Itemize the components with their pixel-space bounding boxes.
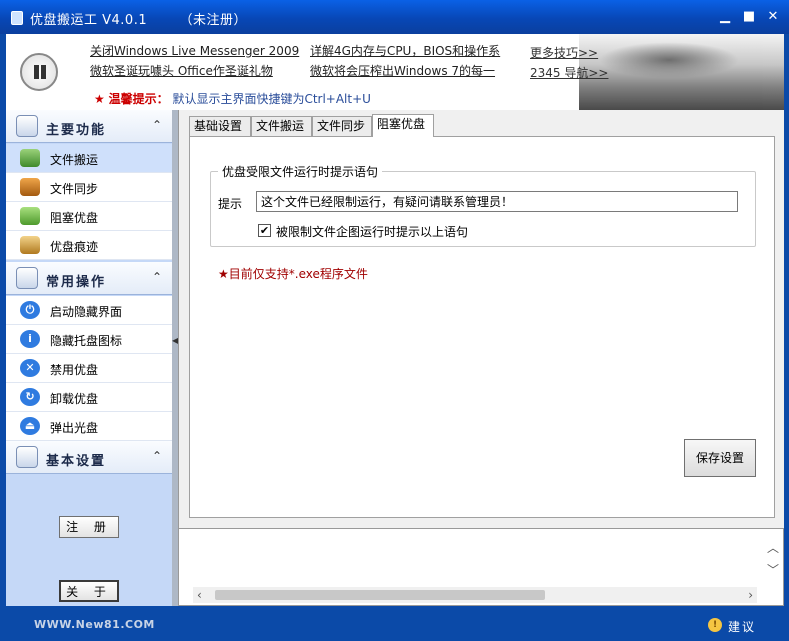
landscape-painting	[579, 34, 784, 110]
website-label[interactable]: WWW.New81.COM	[34, 618, 155, 631]
sidebar-item-eject-disc[interactable]: ⏏ 弹出光盘	[6, 412, 172, 441]
redo-icon: ↻	[20, 388, 40, 406]
show-prompt-checkbox[interactable]: ✔	[258, 224, 271, 237]
tab-file-sync[interactable]: 文件同步	[312, 116, 372, 136]
scroll-right-icon[interactable]: ›	[748, 588, 753, 602]
lock-icon	[20, 207, 40, 225]
sidebar-item-block-usb[interactable]: 阻塞优盘	[6, 202, 172, 231]
star-icon: ★	[94, 92, 105, 106]
eject-icon: ⏏	[20, 417, 40, 435]
news-link-4[interactable]: 微软将会压榨出Windows 7的每一	[310, 62, 510, 79]
broom-icon	[20, 236, 40, 254]
suggest-button[interactable]: 建议	[728, 618, 756, 635]
cancel-icon: ✕	[20, 359, 40, 377]
app-title: 优盘搬运工 V4.0.1	[30, 13, 148, 28]
news-link-3[interactable]: 详解4G内存与CPU，BIOS和操作系	[310, 42, 510, 59]
show-prompt-checkbox-label[interactable]: 被限制文件企图运行时提示以上语句	[276, 223, 468, 240]
horizontal-scrollbar[interactable]: ‹ ›	[193, 587, 757, 603]
sidebar-item-usb-traces[interactable]: 优盘痕迹	[6, 231, 172, 260]
scrollbar-thumb[interactable]	[215, 590, 545, 600]
sidebar-item-label: 文件搬运	[50, 153, 99, 167]
tools-icon	[16, 446, 38, 468]
register-button[interactable]: 注 册	[59, 516, 119, 538]
section-label: 主要功能	[46, 123, 107, 138]
section-label: 基本设置	[46, 454, 107, 469]
pause-button[interactable]	[20, 53, 58, 91]
banner: 关闭Windows Live Messenger 2009 微软圣诞玩噱头 Of…	[6, 34, 784, 110]
save-settings-button[interactable]: 保存设置	[684, 439, 756, 477]
collapse-chevron-icon[interactable]: ⌃	[152, 118, 162, 132]
scroll-left-icon[interactable]: ‹	[197, 588, 202, 602]
sidebar: 主要功能 ⌃ 文件搬运 文件同步 阻塞优盘 优盘痕迹 常用操作 ⌃ ⏻ 启动隐藏…	[6, 110, 172, 606]
section-common-operations[interactable]: 常用操作 ⌃	[6, 262, 172, 295]
tab-panel-block-usb: 优盘受限文件运行时提示语句 提示 ✔ 被限制文件企图运行时提示以上语句 ★目前仅…	[189, 136, 775, 518]
title-bar: 优盘搬运工 V4.0.1 （未注册） ▁ ■ ✕	[0, 0, 789, 34]
sidebar-item-disable-usb[interactable]: ✕ 禁用优盘	[6, 354, 172, 383]
sidebar-item-file-move[interactable]: 文件搬运	[6, 144, 172, 173]
sidebar-item-label: 启动隐藏界面	[50, 305, 123, 319]
app-icon	[11, 11, 23, 25]
power-icon: ⏻	[20, 301, 40, 319]
more-tips-link[interactable]: 更多技巧>>	[530, 44, 598, 61]
scroll-up-icon[interactable]: ︿	[767, 539, 779, 556]
news-link-2[interactable]: 微软圣诞玩噱头 Office作圣诞礼物	[90, 62, 273, 79]
sidebar-item-label: 弹出光盘	[50, 421, 99, 435]
cart-icon	[20, 149, 40, 167]
news-link-1[interactable]: 关闭Windows Live Messenger 2009	[90, 42, 299, 59]
info-icon: i	[20, 330, 40, 348]
maximize-button[interactable]: ■	[740, 8, 758, 26]
prompt-input[interactable]	[256, 191, 738, 212]
section-main-functions[interactable]: 主要功能 ⌃	[6, 110, 172, 143]
tab-basic-settings[interactable]: 基础设置	[189, 116, 251, 136]
tab-block-usb[interactable]: 阻塞优盘	[372, 114, 434, 137]
vertical-scrollbar[interactable]: ︿ ﹀	[763, 535, 781, 583]
folder-search-icon	[16, 115, 38, 137]
close-button[interactable]: ✕	[764, 8, 782, 26]
sidebar-item-show-hidden-ui[interactable]: ⏻ 启动隐藏界面	[6, 296, 172, 325]
sidebar-item-hide-tray-icon[interactable]: i 隐藏托盘图标	[6, 325, 172, 354]
sidebar-item-label: 阻塞优盘	[50, 211, 99, 225]
prompt-label: 提示	[218, 197, 243, 211]
tip-label: 温馨提示：	[108, 92, 169, 106]
sidebar-item-unmount-usb[interactable]: ↻ 卸载优盘	[6, 383, 172, 412]
window-title: 优盘搬运工 V4.0.1 （未注册）	[30, 9, 247, 28]
nav-2345-link[interactable]: 2345 导航>>	[530, 64, 608, 81]
tab-file-move[interactable]: 文件搬运	[251, 116, 312, 136]
registration-status: （未注册）	[179, 13, 248, 28]
sidebar-item-label: 优盘痕迹	[50, 240, 99, 254]
sidebar-item-file-sync[interactable]: 文件同步	[6, 173, 172, 202]
about-button[interactable]: 关 于	[59, 580, 119, 602]
briefcase-icon	[20, 178, 40, 196]
exe-only-note: ★目前仅支持*.exe程序文件	[218, 267, 368, 281]
sidebar-item-label: 文件同步	[50, 182, 99, 196]
section-basic-settings[interactable]: 基本设置 ⌃	[6, 441, 172, 474]
tip-text: 默认显示主界面快捷键为Ctrl+Alt+U	[172, 92, 371, 106]
collapse-chevron-icon[interactable]: ⌃	[152, 270, 162, 284]
user-config-icon	[16, 267, 38, 289]
collapse-chevron-icon[interactable]: ⌃	[152, 449, 162, 463]
group-title: 优盘受限文件运行时提示语句	[218, 163, 383, 180]
log-area[interactable]: ︿ ﹀ ‹ ›	[178, 528, 784, 606]
sidebar-item-label: 隐藏托盘图标	[50, 334, 123, 348]
minimize-button[interactable]: ▁	[716, 8, 734, 26]
lightbulb-icon: !	[708, 618, 722, 632]
sidebar-item-label: 卸载优盘	[50, 392, 99, 406]
section-label: 常用操作	[46, 275, 107, 290]
tip-line: ★ 温馨提示： 默认显示主界面快捷键为Ctrl+Alt+U	[94, 90, 371, 107]
main-content: 基础设置 文件搬运 文件同步 阻塞优盘 优盘受限文件运行时提示语句 提示 ✔ 被…	[178, 110, 784, 528]
status-bar: WWW.New81.COM ! 建议	[0, 606, 789, 641]
scroll-down-icon[interactable]: ﹀	[767, 561, 779, 578]
sidebar-item-label: 禁用优盘	[50, 363, 99, 377]
